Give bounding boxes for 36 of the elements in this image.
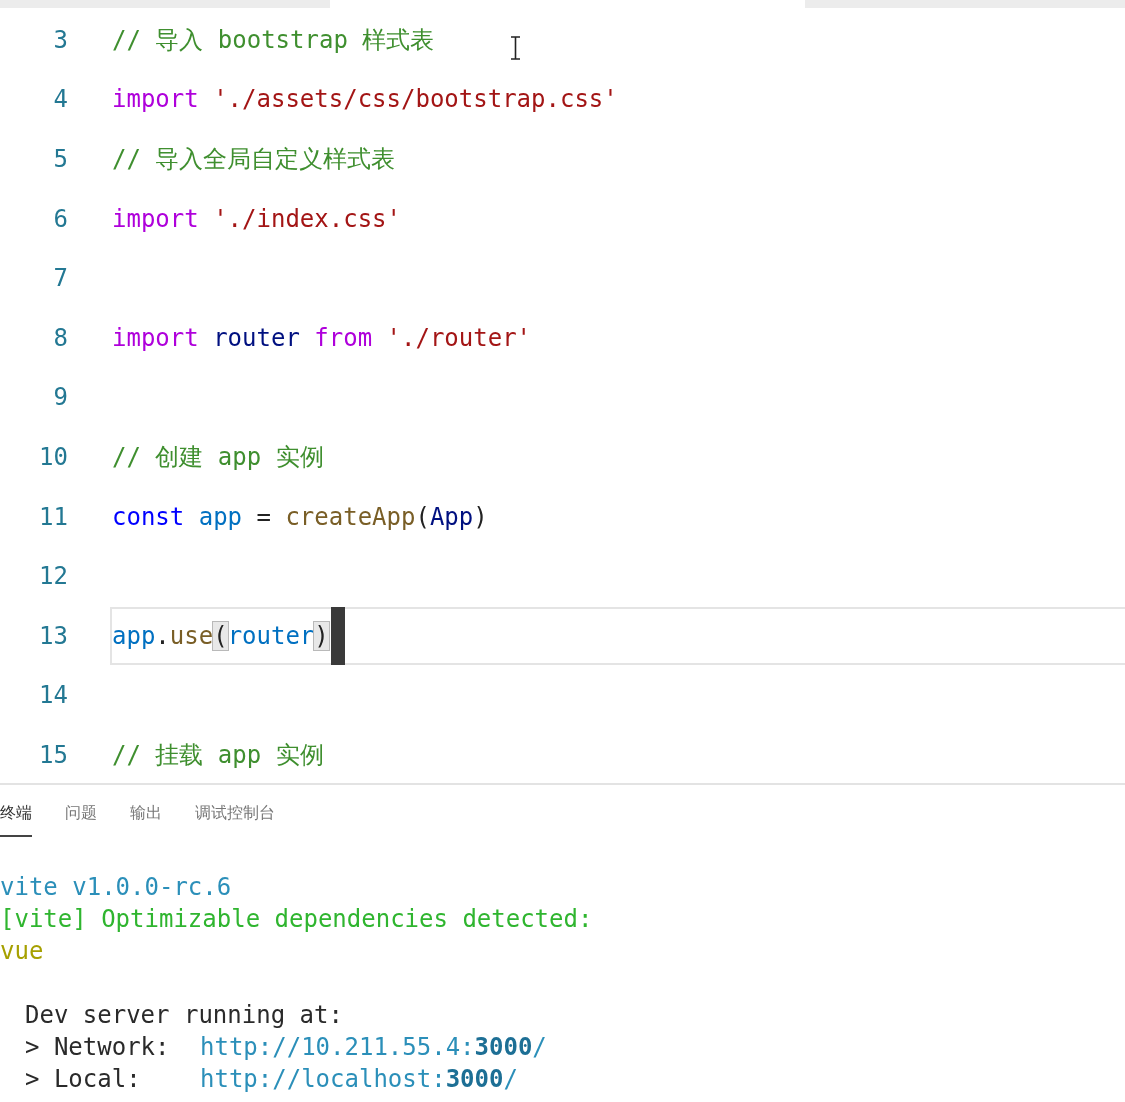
line-number: 10 xyxy=(38,444,68,469)
text-cursor xyxy=(330,606,345,665)
code-line: import './assets/css/bootstrap.css' xyxy=(112,87,618,112)
line-number: 9 xyxy=(52,385,68,410)
code-line: app.use(router) xyxy=(112,623,329,648)
code-line: import router from './router' xyxy=(112,325,532,350)
panel-tab[interactable]: 调试控制台 xyxy=(195,797,275,837)
line-number: 6 xyxy=(52,206,68,231)
panel-tab[interactable]: 输出 xyxy=(130,797,162,837)
terminal-line: Dev server running at: xyxy=(25,1000,343,1031)
terminal-line: vite v1.0.0-rc.6 xyxy=(0,872,232,903)
line-number: 15 xyxy=(38,742,68,767)
server-url[interactable]: http://localhost:3000/ xyxy=(200,1063,518,1095)
line-number: 11 xyxy=(38,504,68,529)
line-number: 3 xyxy=(52,27,68,52)
line-number: 4 xyxy=(52,87,68,112)
text-cursor-icon xyxy=(510,36,521,60)
line-number: 13 xyxy=(38,623,68,648)
terminal-line: [vite] Optimizable dependencies detected: xyxy=(0,904,593,935)
line-number: 8 xyxy=(52,325,68,350)
line-number: 12 xyxy=(38,564,68,589)
code-line: import './index.css' xyxy=(112,206,401,231)
terminal-label: > Local: xyxy=(25,1064,142,1095)
code-line: // 创建 app 实例 xyxy=(112,444,324,469)
line-number: 14 xyxy=(38,683,68,708)
code-line: // 导入全局自定义样式表 xyxy=(112,147,396,171)
code-line: // 导入 bootstrap 样式表 xyxy=(112,27,435,52)
line-number: 7 xyxy=(52,266,68,291)
server-url[interactable]: http://10.211.55.4:3000/ xyxy=(200,1031,547,1063)
terminal-label: > Network: xyxy=(25,1032,171,1063)
code-line: const app = createApp(App) xyxy=(112,504,488,529)
panel-tab[interactable]: 问题 xyxy=(65,797,97,837)
code-line: // 挂载 app 实例 xyxy=(112,742,324,767)
terminal-line: vue xyxy=(0,936,44,967)
panel-tab[interactable]: 终端 xyxy=(0,797,32,837)
line-number: 5 xyxy=(52,147,68,171)
